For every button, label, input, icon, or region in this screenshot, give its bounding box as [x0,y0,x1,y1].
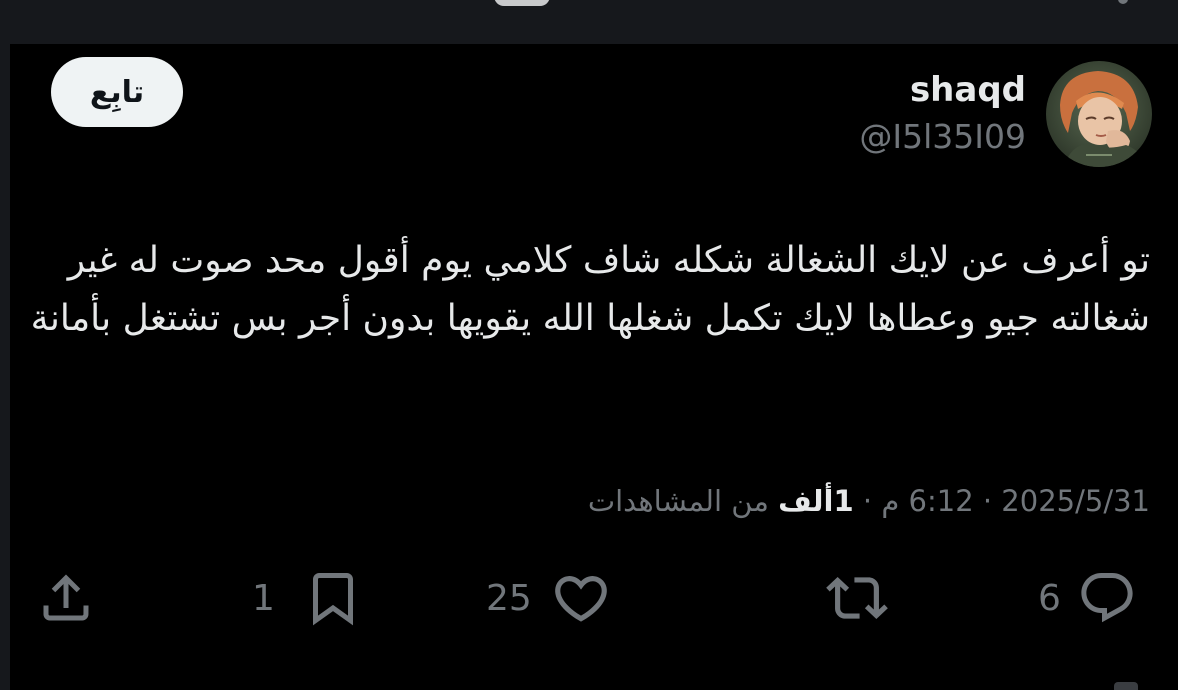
avatar[interactable] [1046,61,1152,167]
top-bar-clipped-content [494,0,550,6]
share-button[interactable] [36,560,96,636]
tweet-date[interactable]: 2025/5/31 [1001,484,1150,518]
share-icon [36,568,96,628]
next-item-clipped [1114,682,1138,690]
like-count: 25 [486,577,532,619]
retweet-button[interactable] [826,560,888,636]
reply-button[interactable]: 6 [1038,560,1137,636]
reply-icon [1077,568,1137,628]
views-count: 1ألف [778,484,854,518]
top-bar-clipped-icon [1118,0,1128,4]
tweet-time[interactable]: 6:12 م [881,484,973,518]
avatar-image [1046,61,1152,167]
user-handle[interactable]: @I5l35I09 [859,117,1026,156]
tweet-text: تو أعرف عن لايك الشغالة شكله شاف كلامي ي… [30,240,1150,339]
bookmark-icon [303,568,363,628]
like-button[interactable]: 25 [486,560,612,636]
bookmark-button[interactable]: 1 [252,560,363,636]
bookmark-count: 1 [252,577,275,619]
retweet-icon [826,567,888,629]
meta-separator: · [853,484,873,518]
heart-icon [550,567,612,629]
views-label: من المشاهدات [587,484,769,518]
display-name[interactable]: shaqd [910,70,1026,110]
meta-separator: · [973,484,993,518]
tweet-meta: 2025/5/31 · 6:12 م · 1ألف من المشاهدات [588,484,1150,518]
action-bar: 6 25 1 [0,560,1178,636]
follow-button[interactable]: تابِع [51,57,183,127]
reply-count: 6 [1038,577,1061,619]
top-bar [0,0,1178,44]
